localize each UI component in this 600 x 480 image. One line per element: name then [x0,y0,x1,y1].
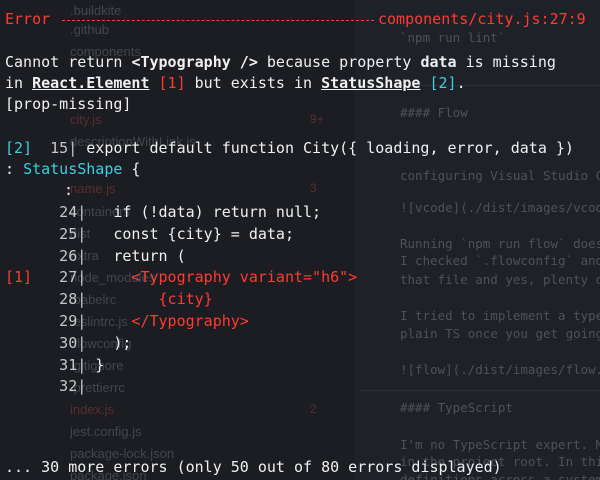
reference-index-1: [1] [158,74,186,92]
code-text: </Typography> [86,312,249,330]
snippet-line-27: [1] 27| <Typography variant="h6"> [5,267,357,288]
error-code: [prop-missing] [5,95,132,113]
code-text: <Typography variant="h6"> [86,268,358,287]
message-property: data [420,53,457,71]
snippet-reference [5,356,41,374]
line-number: 27| [41,268,87,287]
snippet-reference [5,312,41,330]
message-text: is missing [456,53,556,71]
snippet-reference [5,290,41,308]
snippet-reference: [1] [5,268,42,287]
line-number: 15| [41,139,78,157]
code-text: const {city} = data; [86,224,294,243]
code-text: if (!data) return null; [86,203,322,221]
snippet-reference: [2] [5,139,33,157]
snippet-reference [5,334,41,352]
code-text: export default function City({ loading, … [77,139,574,157]
snippet-line-25: 25| const {city} = data; [5,224,294,245]
snippet-type-annotation: : StatusShape { [5,159,140,180]
type-name: StatusShape [23,160,123,178]
line-number: 26| [41,246,87,265]
line-number: 30| [41,333,87,352]
snippet-line-24: 24| if (!data) return null; [5,202,321,223]
line-number: 28| [41,290,87,309]
line-number: 25| [41,224,87,243]
snippet-reference [5,225,41,243]
snippet-reference [5,247,41,265]
code-text: { [122,160,141,178]
error-message-line-2: in React.Element [1] but exists in Statu… [5,73,466,94]
snippet-line-30: 30| ); [5,333,131,354]
snippet-line-31: 31| } [5,355,104,376]
code-text: return ( [86,246,186,265]
more-errors-footer: ... 30 more errors (only 50 out of 80 er… [5,458,502,476]
snippet-line-29: 29| </Typography> [5,311,249,332]
snippet-reference [5,203,41,221]
code-text: ); [86,333,132,352]
reference-react-element[interactable]: React.Element [32,74,149,92]
message-component: <Typography /> [131,53,258,71]
message-text: in [5,74,33,92]
message-text: but exists in [185,74,322,92]
error-header-rule [62,20,374,21]
message-text: because property [257,53,421,71]
code-text: {city} [86,290,213,309]
snippet-reference [5,377,41,395]
error-title: Error [5,10,51,28]
error-message-line-1: Cannot return <Typography /> because pro… [5,52,556,73]
message-text: Cannot return [5,53,132,71]
snippet-line-28: 28| {city} [5,289,213,310]
snippet-separator: : [64,181,74,199]
line-number: 31| [41,355,87,374]
reference-index-2: [2] [429,74,457,92]
error-location[interactable]: components/city.js:27:9 [378,9,586,30]
snippet-line-32: 32| [5,376,86,397]
line-number: 32| [41,377,87,396]
snippet-line-26: 26| return ( [5,246,186,267]
line-number: 29| [41,312,87,330]
snippet-line-15: [2] 15| export default function City({ l… [5,138,574,159]
message-text: . [456,74,466,92]
code-text: } [86,355,105,374]
line-number: 24| [41,203,87,221]
code-text: : [5,160,24,178]
reference-status-shape[interactable]: StatusShape [321,74,420,92]
terminal-error-output: Error components/city.js:27:9 Cannot ret… [0,0,600,480]
